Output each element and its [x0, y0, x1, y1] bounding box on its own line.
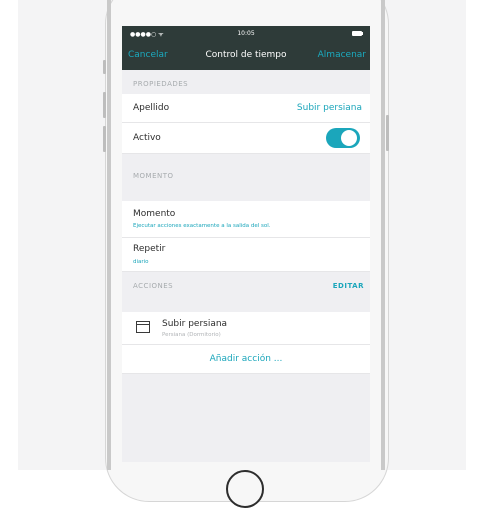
volume-up-button	[103, 92, 106, 118]
name-value[interactable]: Subir persiana	[297, 103, 362, 113]
active-row: Activo	[122, 123, 370, 154]
repeat-value: diario	[133, 259, 149, 265]
volume-down-button	[103, 126, 106, 152]
repeat-row[interactable]: Repetir diario	[122, 238, 370, 272]
power-button	[386, 115, 389, 151]
mute-switch	[103, 60, 106, 74]
section-header-actions: ACCIONES EDITAR	[122, 272, 370, 296]
moment-row[interactable]: Momento Ejecutar acciones exactamente a …	[122, 201, 370, 238]
action-item-title: Subir persiana	[162, 319, 228, 329]
add-action-button[interactable]: Añadir acción ...	[122, 354, 370, 364]
battery-tip	[362, 32, 363, 35]
name-row[interactable]: Apellido Subir persiana	[122, 94, 370, 123]
moment-label: Momento	[133, 209, 176, 219]
add-action-row: Añadir acción ...	[122, 345, 370, 374]
section-header-moment: MOMENTO	[122, 162, 370, 186]
section-title-moment: MOMENTO	[133, 172, 174, 180]
active-toggle[interactable]	[326, 128, 360, 148]
save-button[interactable]: Almacenar	[318, 50, 366, 60]
battery-icon	[352, 31, 362, 36]
status-bar: ●●●●○ ᯤ 10:05	[122, 26, 370, 42]
phone-edge-right	[381, 0, 385, 470]
status-time: 10:05	[237, 30, 255, 37]
action-item[interactable]: Subir persiana Persiana (Dormitorio)	[122, 312, 370, 345]
active-label: Activo	[133, 133, 161, 143]
toggle-knob	[341, 130, 357, 146]
edit-button[interactable]: EDITAR	[333, 282, 364, 290]
phone-edge-left	[107, 0, 111, 470]
repeat-label: Repetir	[133, 244, 166, 254]
section-header-properties: PROPIEDADES	[122, 70, 370, 94]
navigation-bar: Cancelar Control de tiempo Almacenar	[122, 42, 370, 70]
name-label: Apellido	[133, 103, 170, 113]
moment-description: Ejecutar acciones exactamente a la salid…	[133, 223, 271, 229]
section-title-properties: PROPIEDADES	[133, 80, 189, 88]
action-item-subtitle: Persiana (Dormitorio)	[162, 332, 221, 338]
section-title-actions: ACCIONES	[133, 282, 174, 290]
blind-icon	[136, 321, 150, 333]
home-button[interactable]	[226, 470, 264, 508]
app-screen: ●●●●○ ᯤ 10:05 Cancelar Control de tiempo…	[122, 26, 370, 462]
